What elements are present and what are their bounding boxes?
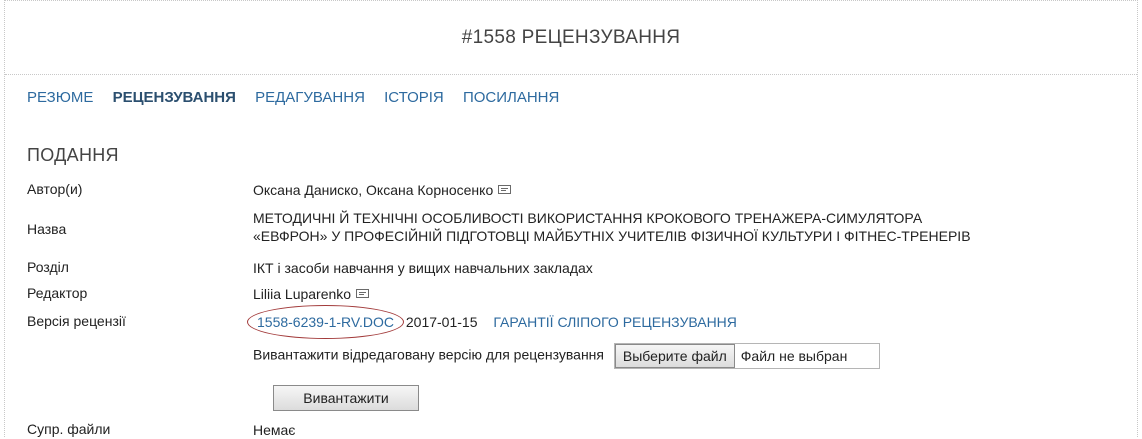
section-label: Розділ xyxy=(27,259,69,275)
envelope-icon[interactable] xyxy=(498,185,512,194)
review-tabs: РЕЗЮМЕ РЕЦЕНЗУВАННЯ РЕДАГУВАННЯ ІСТОРІЯ … xyxy=(27,89,574,106)
authors-value: Оксана Даниско, Оксана Корносенко xyxy=(253,182,494,198)
supp-files-value: Немає xyxy=(253,422,296,438)
review-file-link[interactable]: 1558-6239-1-RV.DOC xyxy=(247,305,404,339)
authors-label: Автор(и) xyxy=(27,181,83,197)
file-input[interactable]: Выберите файл Файл не выбран xyxy=(613,343,880,369)
supp-files-label: Супр. файли xyxy=(27,421,111,437)
review-file-date: 2017-01-15 xyxy=(405,314,478,330)
editor-label: Редактор xyxy=(27,285,88,301)
title-label: Назва xyxy=(27,221,67,237)
upload-label: Вивантажити відредаговану версію для рец… xyxy=(253,346,604,363)
file-status: Файл не выбран xyxy=(740,348,848,364)
tab-review[interactable]: РЕЦЕНЗУВАННЯ xyxy=(113,89,236,106)
tab-references[interactable]: ПОСИЛАННЯ xyxy=(463,89,559,106)
choose-file-button[interactable]: Выберите файл xyxy=(614,344,735,368)
upload-row: Вивантажити відредаговану версію для рец… xyxy=(253,343,880,369)
review-version-value: 1558-6239-1-RV.DOC 2017-01-15 ГАРАНТІЇ С… xyxy=(247,305,737,339)
tab-history[interactable]: ІСТОРІЯ xyxy=(384,89,444,106)
submission-heading: ПОДАННЯ xyxy=(27,145,119,165)
section-value: ІКТ і засоби навчання у вищих навчальних… xyxy=(253,260,593,276)
authors-value-wrap: Оксана Даниско, Оксана Корносенко xyxy=(253,181,512,199)
tab-editing[interactable]: РЕДАГУВАННЯ xyxy=(255,89,365,106)
upload-button[interactable]: Вивантажити xyxy=(273,385,419,411)
envelope-icon[interactable] xyxy=(356,289,370,298)
review-version-label: Версія рецензії xyxy=(27,313,126,329)
page-frame: #1558 РЕЦЕНЗУВАННЯ РЕЗЮМЕ РЕЦЕНЗУВАННЯ Р… xyxy=(4,0,1138,438)
blind-review-link[interactable]: ГАРАНТІЇ СЛІПОГО РЕЦЕНЗУВАННЯ xyxy=(493,314,737,330)
tab-summary[interactable]: РЕЗЮМЕ xyxy=(27,89,93,106)
header-divider xyxy=(5,74,1137,75)
editor-value: Liliia Luparenko xyxy=(253,286,352,302)
page-title: #1558 РЕЦЕНЗУВАННЯ xyxy=(461,26,681,48)
title-value: МЕТОДИЧНІ Й ТЕХНІЧНІ ОСОБЛИВОСТІ ВИКОРИС… xyxy=(253,209,971,245)
title-line-2: «ЕВФРОН» У ПРОФЕСІЙНІЙ ПІДГОТОВЦІ МАЙБУТ… xyxy=(253,228,971,244)
title-line-1: МЕТОДИЧНІ Й ТЕХНІЧНІ ОСОБЛИВОСТІ ВИКОРИС… xyxy=(253,210,923,226)
editor-value-wrap: Liliia Luparenko xyxy=(253,285,370,303)
